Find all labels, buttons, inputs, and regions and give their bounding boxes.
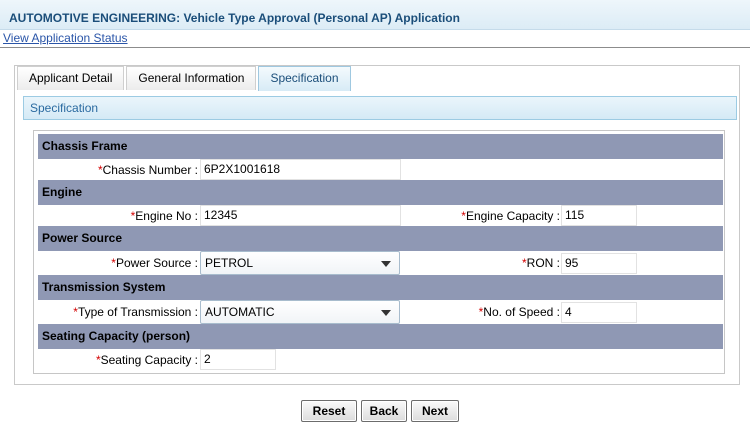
transmission-type-value: AUTOMATIC <box>205 305 275 319</box>
tab-specification[interactable]: Specification <box>258 66 351 91</box>
section-header-specification: Specification <box>23 96 737 120</box>
group-header-seating-capacity: Seating Capacity (person) <box>38 324 723 349</box>
engine-capacity-label: *Engine Capacity : <box>461 209 560 223</box>
seating-capacity-input[interactable]: 2 <box>200 349 276 370</box>
section-title: Specification <box>30 101 99 115</box>
power-source-select[interactable]: PETROL <box>200 251 400 275</box>
power-source-value: PETROL <box>205 256 254 270</box>
engine-no-label: *Engine No : <box>130 209 198 223</box>
tab-general-information[interactable]: General Information <box>126 66 257 90</box>
chassis-number-input[interactable]: 6P2X1001618 <box>200 159 401 180</box>
no-of-speed-label: *No. of Speed : <box>478 305 560 319</box>
group-header-chassis-frame: Chassis Frame <box>38 134 723 159</box>
chevron-down-icon <box>381 261 391 267</box>
engine-capacity-input[interactable]: 115 <box>561 205 637 226</box>
back-button[interactable]: Back <box>361 400 407 422</box>
transmission-type-label: *Type of Transmission : <box>73 305 198 319</box>
no-of-speed-input[interactable]: 4 <box>561 302 637 323</box>
tab-applicant-detail[interactable]: Applicant Detail <box>17 66 125 90</box>
divider <box>0 47 750 48</box>
chevron-down-icon <box>381 310 391 316</box>
group-header-engine: Engine <box>38 180 723 205</box>
engine-no-input[interactable]: 12345 <box>200 205 401 226</box>
reset-button[interactable]: Reset <box>301 400 357 422</box>
power-source-label: *Power Source : <box>111 256 198 270</box>
seating-capacity-label: *Seating Capacity : <box>95 353 198 367</box>
group-header-power-source: Power Source <box>38 226 723 251</box>
group-header-transmission-system: Transmission System <box>38 275 723 300</box>
next-button[interactable]: Next <box>411 400 459 422</box>
tab-bar: Applicant Detail General Information Spe… <box>17 66 353 91</box>
chassis-number-label: *Chassis Number : <box>97 163 198 177</box>
view-application-status-link[interactable]: View Application Status <box>3 31 128 45</box>
ron-label: *RON : <box>521 256 560 270</box>
page-title: AUTOMOTIVE ENGINEERING: Vehicle Type App… <box>9 11 460 25</box>
transmission-type-select[interactable]: AUTOMATIC <box>200 300 400 324</box>
page-title-bar: AUTOMOTIVE ENGINEERING: Vehicle Type App… <box>0 0 750 30</box>
ron-input[interactable]: 95 <box>561 253 637 274</box>
